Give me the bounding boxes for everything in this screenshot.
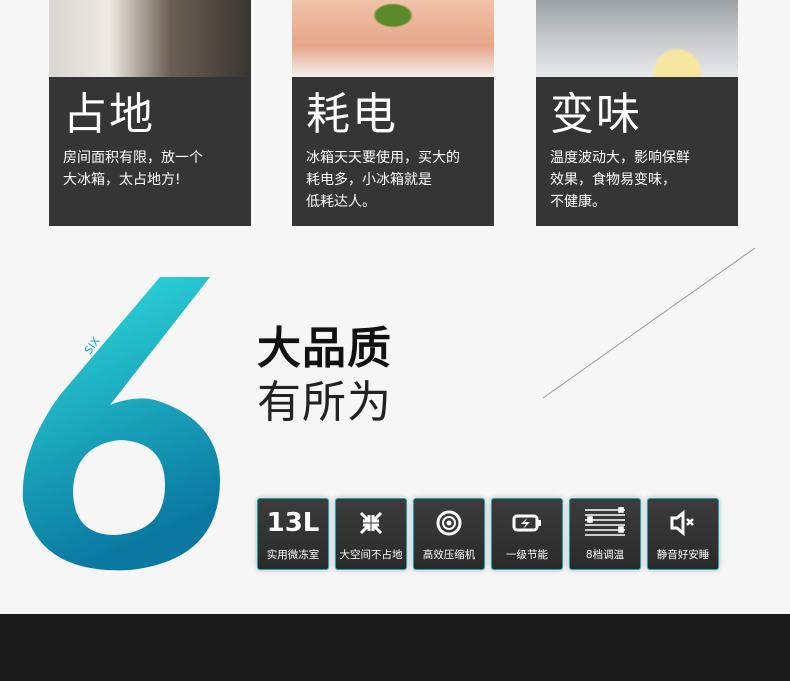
feature-compressor: 高效压缩机 [413,498,485,570]
feature-label: 大空间不占地 [339,549,403,561]
capacity-text: 13L [266,508,320,538]
feature-label: 一级节能 [506,549,548,561]
card-power: 耗电冰箱天天要使用，买大的 耗电多，小冰箱就是 低耗达人。 [292,0,494,226]
feature-list: 13L 实用微冻室 大空间不占地 高效压缩机 一级节能 8档调温 静音好安睡 [257,498,719,570]
headline-light: 有所为 [257,377,392,428]
speaker-mute-icon [670,510,694,536]
fish-lemon-image [536,0,738,77]
feature-energy: 一级节能 [491,498,563,570]
feature-label: 8档调温 [585,549,625,561]
feature-label: 静音好安睡 [656,549,710,561]
card-desc: 冰箱天天要使用，买大的 耗电多，小冰箱就是 低耗达人。 [306,150,460,210]
feature-capacity: 13L 实用微冻室 [257,498,329,570]
card-title: 变味 [550,89,642,140]
card-desc: 房间面积有限，放一个 大冰箱，太占地方! [63,150,203,188]
compress-arrows-icon [359,511,383,535]
card-taste: 变味温度波动大，影响保鲜 效果，食物易变味， 不健康。 [536,0,738,226]
feature-label: 实用微冻室 [266,549,320,561]
slider-levels-icon [585,507,625,536]
card-title: 耗电 [306,89,398,140]
diagonal-line [542,247,756,399]
dark-photo-banner [0,614,790,681]
battery-charge-icon [512,514,541,532]
feature-label: 高效压缩机 [422,549,476,561]
card-title: 占地 [63,89,155,140]
feature-space: 大空间不占地 [335,498,407,570]
feature-temperature: 8档调温 [569,498,641,570]
compressor-disc-icon [436,510,462,536]
fridge-kitchen-image [49,0,251,77]
hands-vegetables-image [292,0,494,77]
card-space: 占地房间面积有限，放一个 大冰箱，太占地方! [49,0,251,226]
card-desc: 温度波动大，影响保鲜 效果，食物易变味， 不健康。 [550,150,690,210]
feature-quiet: 静音好安睡 [647,498,719,570]
big-six-graphic: SIX [22,277,221,571]
